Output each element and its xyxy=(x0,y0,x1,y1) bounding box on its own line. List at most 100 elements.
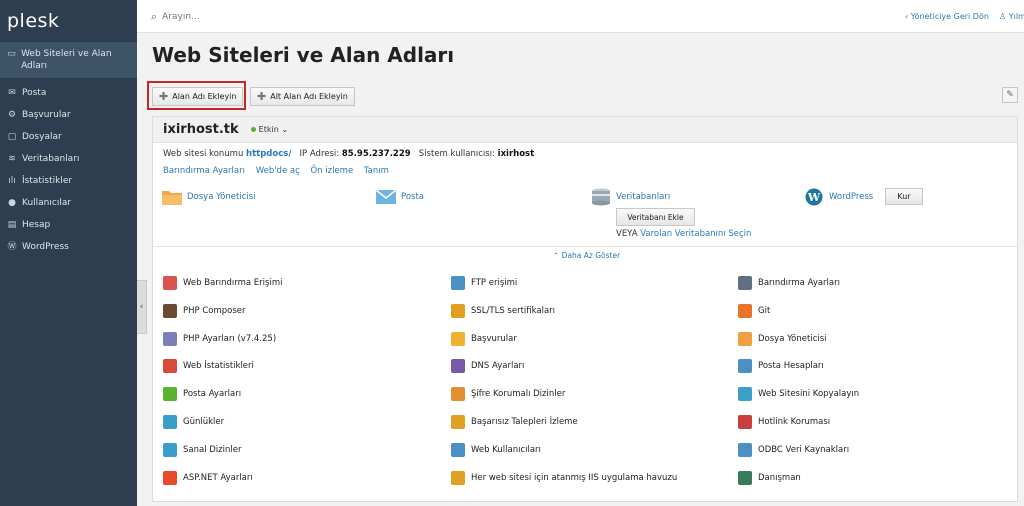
top-bar: ⌕ ‹ Yöneticiye Geri Dön ♙ Yılm xyxy=(137,0,1024,33)
protected-dir-icon xyxy=(451,387,465,402)
sidebar-item-user[interactable]: ● Kullanıcılar xyxy=(0,192,137,214)
wordpress-link: WordPress xyxy=(829,192,874,202)
tool-item[interactable]: Web İstatistikleri xyxy=(163,359,254,374)
wordpress-install-button[interactable]: Kur xyxy=(885,188,923,205)
hosting-access-icon xyxy=(163,276,177,290)
tool-item[interactable]: Her web sitesi için atanmış IIS uygulama… xyxy=(451,470,677,485)
add-database-button[interactable]: Veritabanı Ekle xyxy=(616,208,695,226)
mail-settings-icon xyxy=(163,387,177,402)
domain-name[interactable]: ixirhost.tk xyxy=(163,122,239,137)
quick-databases[interactable]: Veritabanları xyxy=(590,188,670,206)
tool-label: Şifre Korumalı Dizinler xyxy=(471,389,566,400)
mail-icon xyxy=(375,189,397,204)
search-icon: ⌕ xyxy=(151,10,158,23)
sidebar-item-bar-chart[interactable]: ılı İstatistikler xyxy=(0,170,137,192)
sidebar-item-monitor[interactable]: ▭ Web Siteleri ve Alan Adları xyxy=(0,42,137,78)
tool-item[interactable]: Posta Hesapları xyxy=(738,359,824,374)
advisor-icon xyxy=(738,470,752,485)
applications-icon xyxy=(451,331,465,346)
tool-label: FTP erişimi xyxy=(471,278,518,288)
quick-mail[interactable]: Posta xyxy=(375,188,424,206)
tool-item[interactable]: DNS Ayarları xyxy=(451,359,524,374)
sidebar-item-gear[interactable]: ⚙ Başvurular xyxy=(0,104,137,126)
back-to-admin-link[interactable]: ‹ Yöneticiye Geri Dön xyxy=(905,12,989,21)
quick-wordpress[interactable]: W WordPress xyxy=(803,188,873,206)
tool-item[interactable]: ASP.NET Ayarları xyxy=(163,470,253,485)
tool-item[interactable]: Barındırma Ayarları xyxy=(738,276,840,290)
tool-item[interactable]: Danışman xyxy=(738,470,801,485)
sidebar-item-label: Kullanıcılar xyxy=(22,198,72,208)
tool-item[interactable]: SSL/TLS sertifikaları xyxy=(451,303,556,318)
sidebar-item-account[interactable]: ▤ Hesap xyxy=(0,214,137,236)
tool-item[interactable]: Günlükler xyxy=(163,415,224,429)
sidebar-item-label: Başvurular xyxy=(22,110,71,120)
sidebar-item-label: Web Siteleri ve Alan Adları xyxy=(21,49,112,71)
tool-item[interactable]: PHP Composer xyxy=(163,303,246,318)
site-location-link[interactable]: httpdocs/ xyxy=(246,149,291,159)
iis-pool-icon xyxy=(451,470,465,485)
tool-item[interactable]: Dosya Yöneticisi xyxy=(738,331,827,346)
status-badge[interactable]: Etkin ⌄ xyxy=(250,125,288,134)
wrench-icon[interactable]: ✎ xyxy=(1002,87,1018,103)
or-label: VEYA xyxy=(616,229,638,239)
hosting-settings-icon xyxy=(738,276,752,290)
tool-item[interactable]: Web Sitesini Kopyalayın xyxy=(738,387,859,402)
sidebar-item-label: WordPress xyxy=(22,242,69,252)
tool-item[interactable]: Posta Ayarları xyxy=(163,387,241,402)
preview-link[interactable]: Ön izleme xyxy=(310,166,353,176)
tool-item[interactable]: Sanal Dizinler xyxy=(163,442,242,457)
tool-label: Git xyxy=(758,305,771,316)
tool-label: ODBC Veri Kaynakları xyxy=(758,444,850,455)
domain-header: ixirhost.tk Etkin ⌄ xyxy=(153,117,1017,143)
tool-item[interactable]: Web Kullanıcıları xyxy=(451,442,541,457)
tool-item[interactable]: Başarısız Talepleri İzleme xyxy=(451,415,578,429)
tool-label: Web Barındırma Erişimi xyxy=(183,278,283,288)
git-icon xyxy=(738,303,752,318)
tool-item[interactable]: Şifre Korumalı Dizinler xyxy=(451,387,566,402)
search-input[interactable] xyxy=(162,12,363,22)
hosting-settings-link[interactable]: Barındırma Ayarları xyxy=(163,166,245,176)
virtual-dir-icon xyxy=(163,442,177,457)
quick-file-manager[interactable]: Dosya Yöneticisi xyxy=(161,188,256,206)
tool-item[interactable]: FTP erişimi xyxy=(451,276,517,290)
ip-value: 85.95.237.229 xyxy=(341,149,411,159)
web-users-icon xyxy=(451,442,465,457)
add-subdomain-label: Alt Alan Adı Ekleyin xyxy=(270,92,348,101)
add-subdomain-button[interactable]: ✚ Alt Alan Adı Ekleyin xyxy=(250,87,355,106)
bar-chart-icon: ılı xyxy=(8,176,16,186)
show-less-link[interactable]: ⌃ Daha Az Göster xyxy=(553,251,620,260)
sidebar-collapse-button[interactable]: ‹ xyxy=(137,280,147,334)
sidebar-item-mail[interactable]: ✉ Posta xyxy=(0,82,137,104)
sidebar-item-wordpress[interactable]: Ⓦ WordPress xyxy=(0,236,137,258)
description-link[interactable]: Tanım xyxy=(364,166,389,176)
open-in-web-link[interactable]: Web'de aç xyxy=(256,166,300,176)
tool-item[interactable]: Başvurular xyxy=(451,331,517,346)
copy-site-icon xyxy=(738,387,752,402)
tool-label: SSL/TLS sertifikaları xyxy=(471,305,556,316)
ftp-icon xyxy=(451,276,465,290)
mail-icon: ✉ xyxy=(8,88,16,98)
tool-item[interactable]: ODBC Veri Kaynakları xyxy=(738,442,850,457)
database-icon: ≋ xyxy=(8,154,16,164)
tool-label: Başarısız Talepleri İzleme xyxy=(471,417,578,427)
ip-label: IP Adresi: xyxy=(299,149,340,159)
tool-item[interactable]: PHP Ayarları (v7.4.25) xyxy=(163,331,276,346)
tool-item[interactable]: Hotlink Koruması xyxy=(738,415,830,429)
aspnet-icon xyxy=(163,470,177,485)
toolbar: ✚ Alan Adı Ekleyin ✚ Alt Alan Adı Ekleyi… xyxy=(147,80,1024,114)
user-menu[interactable]: ♙ Yılm xyxy=(999,12,1024,21)
sidebar-item-label: İstatistikler xyxy=(22,176,73,186)
tool-item[interactable]: Web Barındırma Erişimi xyxy=(163,276,282,290)
sidebar-item-database[interactable]: ≋ Veritabanları xyxy=(0,148,137,170)
tool-label: Sanal Dizinler xyxy=(183,444,242,455)
site-location-label: Web sitesi konumu xyxy=(163,149,244,159)
tool-label: PHP Composer xyxy=(183,305,246,316)
plesk-logo[interactable]: plesk xyxy=(0,0,137,38)
sidebar-item-label: Posta xyxy=(22,88,47,98)
domain-card: ixirhost.tk Etkin ⌄ Web sitesi konumu ht… xyxy=(152,116,1018,502)
tool-label: Dosya Yöneticisi xyxy=(758,333,827,344)
select-existing-database-link[interactable]: Varolan Veritabanını Seçin xyxy=(640,229,751,239)
mail-accounts-icon xyxy=(738,359,752,374)
tool-item[interactable]: Git xyxy=(738,303,771,318)
sidebar-item-folder[interactable]: ▢ Dosyalar xyxy=(0,126,137,148)
